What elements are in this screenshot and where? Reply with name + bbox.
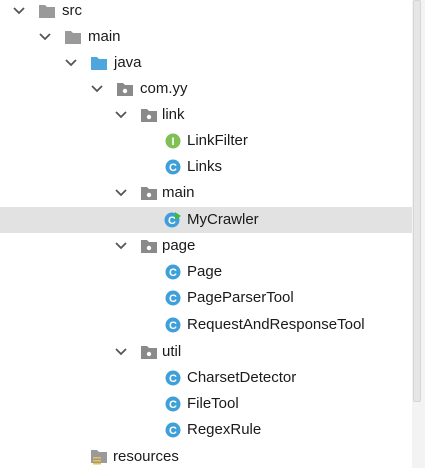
tree-item-requestandresponsetool[interactable]: C RequestAndResponseTool xyxy=(0,312,412,338)
tree-item-java[interactable]: java xyxy=(0,50,412,76)
vertical-scrollbar[interactable] xyxy=(412,0,425,468)
package-icon xyxy=(140,184,158,202)
tree-item-regexrule[interactable]: C RegexRule xyxy=(0,417,412,443)
resources-folder-icon xyxy=(90,448,108,466)
class-icon: C xyxy=(164,395,182,413)
tree-item-resources[interactable]: resources xyxy=(0,444,412,470)
chevron-down-icon[interactable] xyxy=(38,30,52,44)
tree-item-label: resources xyxy=(113,448,179,465)
svg-text:C: C xyxy=(169,320,177,332)
tree-item-label: LinkFilter xyxy=(187,132,248,149)
tree-item-page-class[interactable]: C Page xyxy=(0,259,412,285)
folder-icon xyxy=(38,2,56,20)
tree-item-label: src xyxy=(62,2,82,19)
tree-item-label: MyCrawler xyxy=(187,211,259,228)
project-tree: src main java com.yy link I LinkFilter C… xyxy=(0,0,425,468)
tree-item-label: RegexRule xyxy=(187,421,262,438)
tree-item-link[interactable]: link xyxy=(0,102,412,128)
tree-item-pageparsertool[interactable]: C PageParserTool xyxy=(0,285,412,311)
chevron-down-icon[interactable] xyxy=(114,186,128,200)
chevron-down-icon[interactable] xyxy=(114,345,128,359)
tree-item-page[interactable]: page xyxy=(0,233,412,259)
tree-item-label: com.yy xyxy=(140,80,188,97)
scrollbar-thumb[interactable] xyxy=(413,0,421,402)
svg-text:I: I xyxy=(171,136,174,148)
chevron-down-icon[interactable] xyxy=(90,82,104,96)
svg-text:C: C xyxy=(168,215,176,227)
tree-item-src[interactable]: src xyxy=(0,0,412,24)
tree-item-main-package[interactable]: main xyxy=(0,180,412,206)
svg-text:C: C xyxy=(169,373,177,385)
chevron-down-icon[interactable] xyxy=(12,4,26,18)
tree-item-label: util xyxy=(162,343,182,360)
tree-item-label: page xyxy=(162,237,196,254)
class-icon: C xyxy=(164,421,182,439)
tree-item-linkfilter[interactable]: I LinkFilter xyxy=(0,128,412,154)
tree-item-util[interactable]: util xyxy=(0,339,412,365)
tree-item-label: main xyxy=(162,184,195,201)
tree-item-label: RequestAndResponseTool xyxy=(187,316,365,333)
tree-item-label: CharsetDetector xyxy=(187,369,297,386)
svg-text:C: C xyxy=(169,399,177,411)
svg-text:C: C xyxy=(169,267,177,279)
svg-text:C: C xyxy=(169,293,177,305)
tree-item-label: link xyxy=(162,106,185,123)
tree-item-label: Page xyxy=(187,263,223,280)
package-icon xyxy=(140,343,158,361)
runnable-class-icon: C xyxy=(164,211,182,229)
tree-item-label: PageParserTool xyxy=(187,289,294,306)
tree-item-main-folder[interactable]: main xyxy=(0,24,412,50)
tree-item-mycrawler[interactable]: C MyCrawler xyxy=(0,207,412,233)
tree-item-label: FileTool xyxy=(187,395,239,412)
interface-icon: I xyxy=(164,132,182,150)
class-icon: C xyxy=(164,263,182,281)
svg-text:C: C xyxy=(169,162,177,174)
package-icon xyxy=(140,106,158,124)
chevron-down-icon[interactable] xyxy=(64,56,78,70)
tree-item-com-yy[interactable]: com.yy xyxy=(0,76,412,102)
tree-item-label: java xyxy=(114,54,142,71)
chevron-down-icon[interactable] xyxy=(114,108,128,122)
package-icon xyxy=(116,80,134,98)
folder-icon xyxy=(64,28,82,46)
package-icon xyxy=(140,237,158,255)
class-icon: C xyxy=(164,289,182,307)
tree-item-label: main xyxy=(88,28,121,45)
tree-item-label: Links xyxy=(187,158,223,175)
tree-item-filetool[interactable]: C FileTool xyxy=(0,391,412,417)
tree-item-links[interactable]: C Links xyxy=(0,154,412,180)
svg-text:C: C xyxy=(169,425,177,437)
tree-item-charsetdetector[interactable]: C CharsetDetector xyxy=(0,365,412,391)
chevron-down-icon[interactable] xyxy=(114,239,128,253)
class-icon: C xyxy=(164,158,182,176)
class-icon: C xyxy=(164,316,182,334)
source-folder-icon xyxy=(90,54,108,72)
class-icon: C xyxy=(164,369,182,387)
